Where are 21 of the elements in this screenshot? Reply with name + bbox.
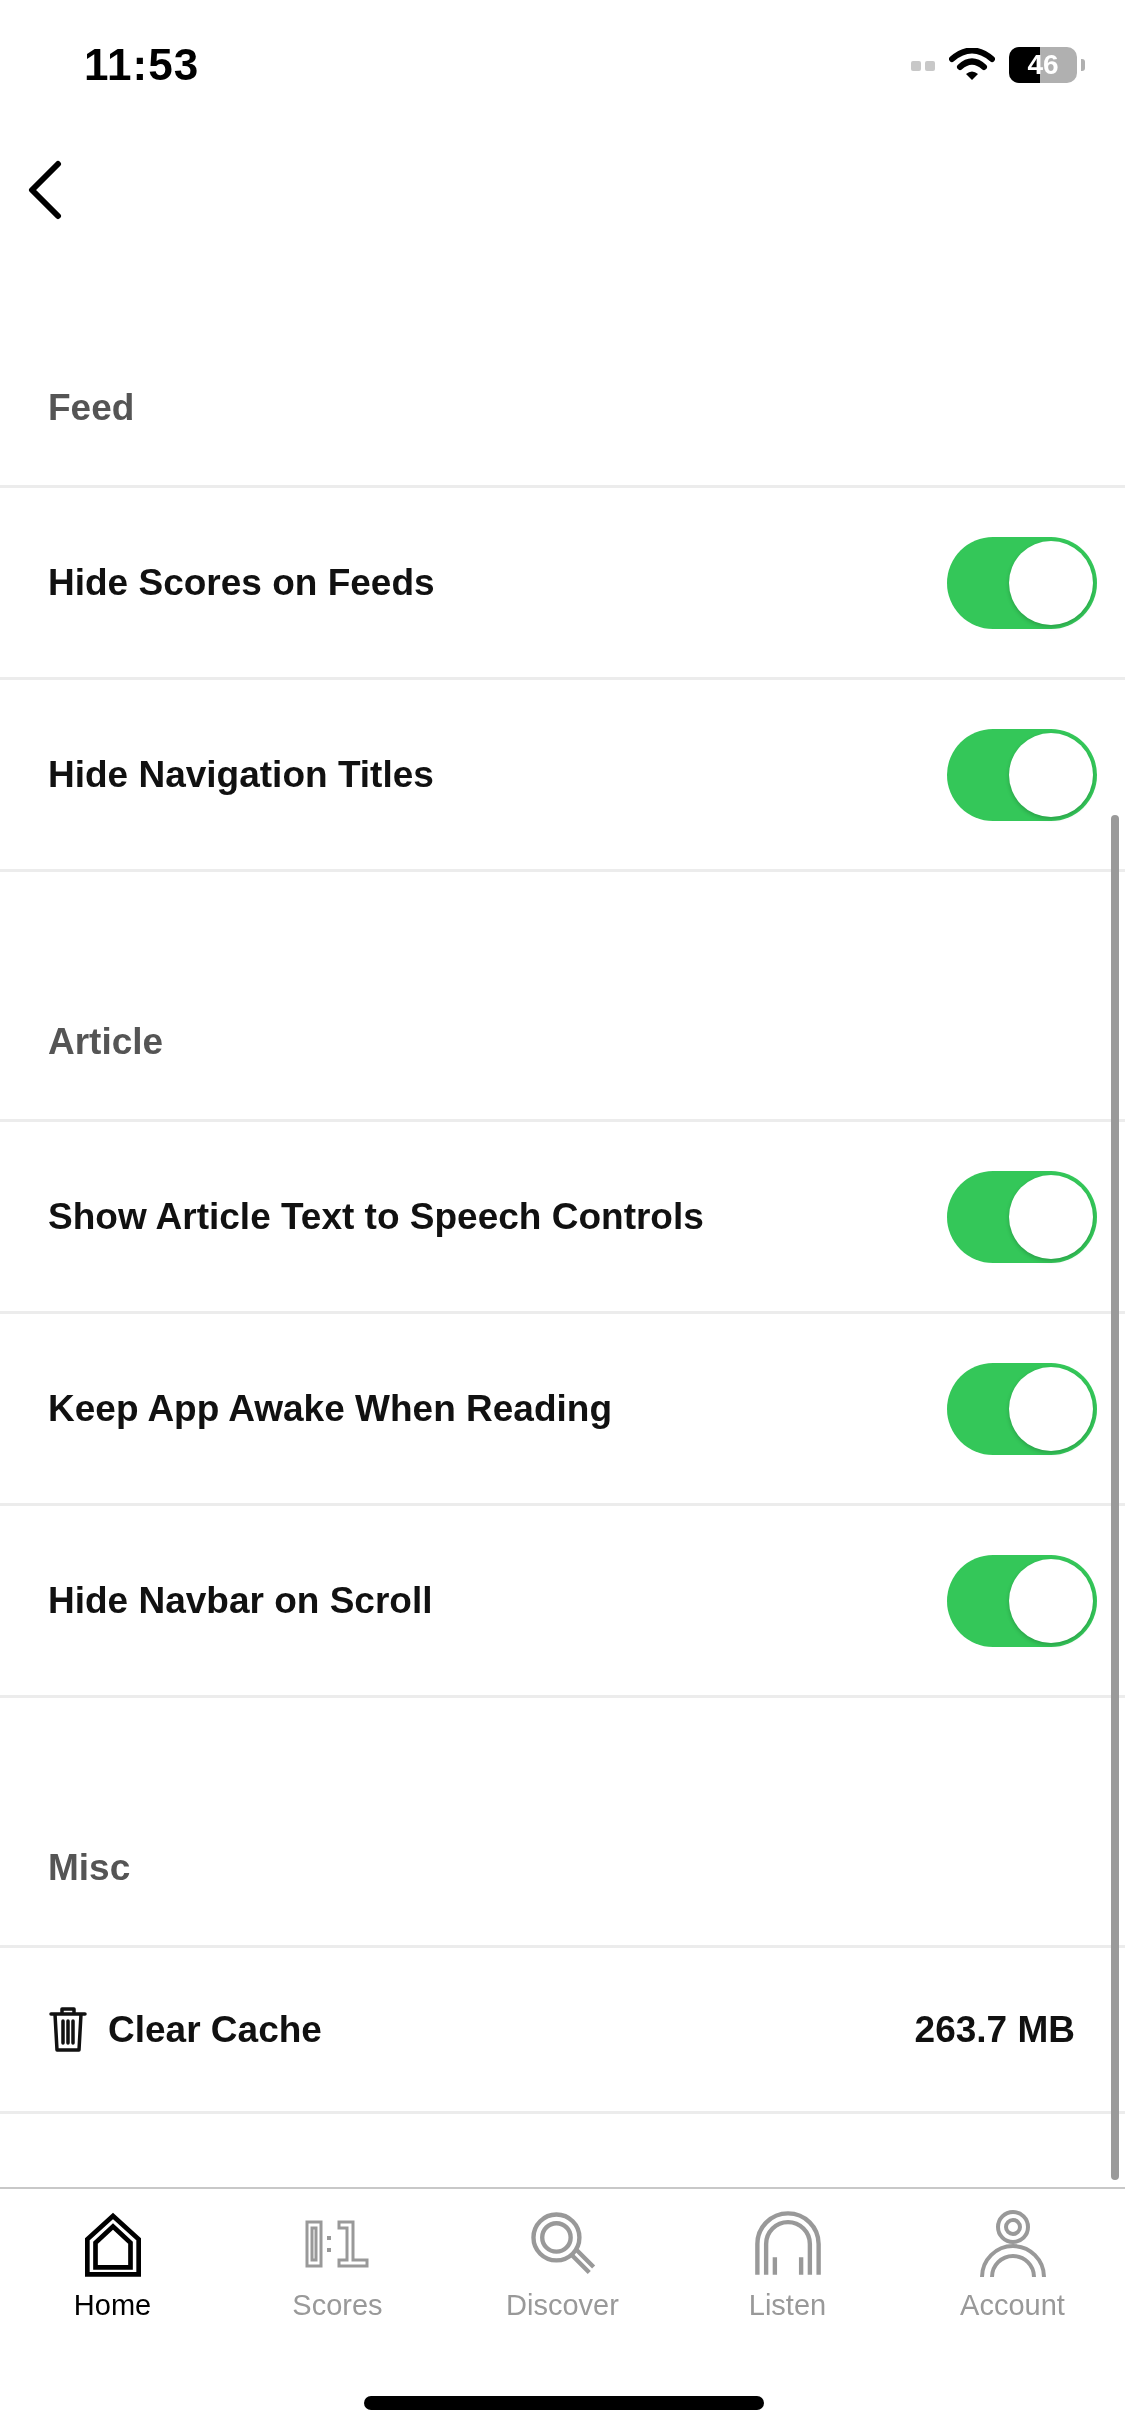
tab-button[interactable]: Discover <box>450 2209 675 2322</box>
setting-label: Hide Scores on Feeds <box>48 561 436 604</box>
tab-button[interactable]: Home <box>0 2209 225 2322</box>
section-header: Feed <box>48 387 135 429</box>
wifi-icon <box>949 48 995 82</box>
cache-size: 263.7 MB <box>914 2008 1075 2051</box>
person-icon <box>977 2209 1048 2279</box>
status-time: 11:53 <box>84 40 200 90</box>
setting-label: Show Article Text to Speech Controls <box>48 1195 705 1238</box>
section-header: Article <box>48 1021 164 1063</box>
section-header: Misc <box>48 1847 131 1889</box>
cellular-signal-icon <box>911 59 935 71</box>
setting-label: Hide Navigation Titles <box>48 753 435 796</box>
setting-label: Hide Navbar on Scroll <box>48 1579 434 1622</box>
back-icon[interactable] <box>26 160 64 220</box>
trash-icon[interactable] <box>48 2005 88 2054</box>
setting-label[interactable]: Clear Cache <box>108 2008 895 2051</box>
tab-button[interactable]: Account <box>900 2209 1125 2322</box>
tab-button[interactable]: Listen <box>675 2209 900 2322</box>
setting-label: Keep App Awake When Reading <box>48 1387 613 1430</box>
tab-button[interactable]: Scores <box>225 2209 450 2322</box>
